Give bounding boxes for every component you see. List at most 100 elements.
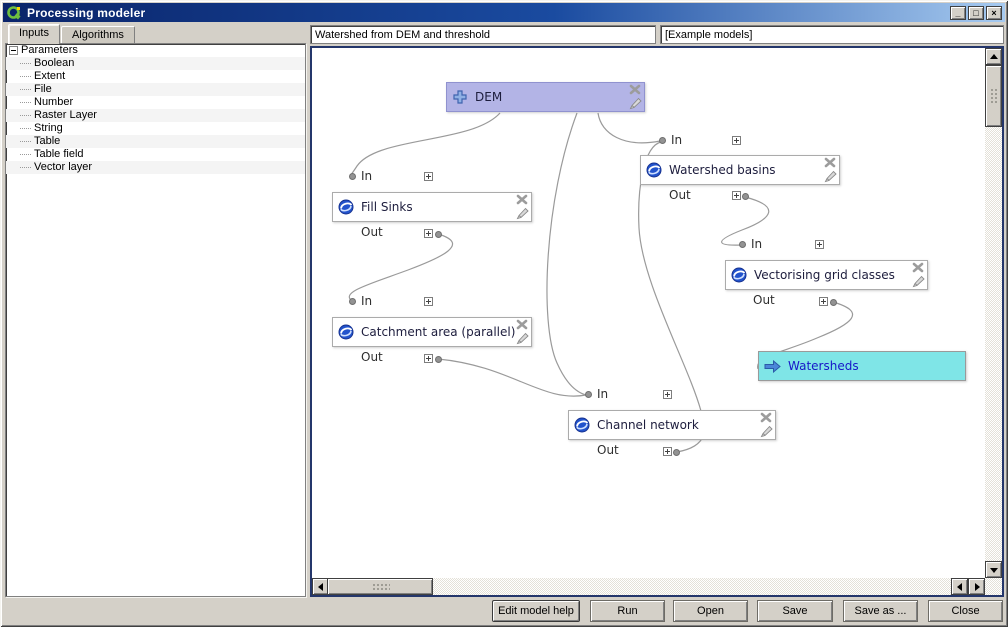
scroll-left-button-right-end[interactable] — [951, 578, 968, 595]
save-as-button[interactable]: Save as ... — [843, 600, 918, 622]
tree-item-string[interactable]: String — [6, 122, 305, 135]
expand-outputs-button[interactable] — [424, 354, 433, 363]
expand-outputs-button[interactable] — [424, 229, 433, 238]
connection-catchment-area-channel-network — [438, 359, 586, 396]
delete-icon[interactable] — [516, 194, 528, 205]
port-out-label: Out — [361, 350, 383, 364]
node-channel-network[interactable]: Channel network — [568, 410, 776, 440]
title-bar[interactable]: Processing modeler _ □ × — [3, 3, 1005, 22]
node-watershed-basins[interactable]: Watershed basins — [640, 155, 840, 185]
minimize-button[interactable]: _ — [950, 6, 966, 20]
port-out-label: Out — [669, 188, 691, 202]
delete-icon[interactable] — [760, 412, 772, 423]
saga-algorithm-icon — [574, 417, 590, 433]
edit-model-help-button[interactable]: Edit model help — [492, 600, 580, 622]
tree-item-table[interactable]: Table — [6, 135, 305, 148]
expand-inputs-button[interactable] — [424, 297, 433, 306]
delete-icon[interactable] — [912, 262, 924, 273]
close-dialog-button[interactable]: Close — [928, 600, 1003, 622]
edit-icon[interactable] — [760, 425, 773, 438]
node-title: DEM — [475, 90, 502, 104]
processing-modeler-window: { "window": { "title": "Processing model… — [0, 0, 1008, 627]
maximize-button[interactable]: □ — [968, 6, 984, 20]
node-watersheds-output[interactable]: Watersheds — [758, 351, 966, 381]
inputs-tree: Parameters Boolean Extent File Number Ra… — [5, 43, 306, 597]
tree-item-table-field[interactable]: Table field — [6, 148, 305, 161]
connection-dem-channel-network — [547, 113, 586, 395]
save-button[interactable]: Save — [757, 600, 833, 622]
expand-inputs-button[interactable] — [424, 172, 433, 181]
vertical-scroll-thumb[interactable] — [985, 65, 1002, 127]
open-button[interactable]: Open — [673, 600, 748, 622]
expand-outputs-button[interactable] — [663, 447, 672, 456]
tree-item-vector-layer[interactable]: Vector layer — [6, 161, 305, 174]
expand-inputs-button[interactable] — [732, 136, 741, 145]
port-out-anchor — [435, 356, 442, 363]
port-out-anchor — [830, 299, 837, 306]
node-title: Channel network — [597, 418, 699, 432]
connection-fill-sinks-catchment-area — [349, 234, 452, 301]
edit-icon[interactable] — [912, 275, 925, 288]
port-out-label: Out — [361, 225, 383, 239]
expand-inputs-button[interactable] — [815, 240, 824, 249]
node-title: Vectorising grid classes — [754, 268, 895, 282]
scroll-right-button[interactable] — [968, 578, 985, 595]
vertical-scrollbar[interactable] — [985, 48, 1002, 578]
scroll-up-button[interactable] — [985, 48, 1002, 65]
run-button[interactable]: Run — [590, 600, 665, 622]
node-catchment-area[interactable]: Catchment area (parallel) — [332, 317, 532, 347]
port-in-anchor — [349, 173, 356, 180]
tab-inputs[interactable]: Inputs — [8, 24, 60, 44]
node-title: Watersheds — [788, 359, 859, 373]
delete-icon[interactable] — [516, 319, 528, 330]
port-out-anchor — [742, 193, 749, 200]
saga-algorithm-icon — [731, 267, 747, 283]
tree-item-file[interactable]: File — [6, 83, 305, 96]
tree-item-extent[interactable]: Extent — [6, 70, 305, 83]
qgis-logo-icon — [6, 5, 22, 21]
delete-icon[interactable] — [824, 157, 836, 168]
node-title: Watershed basins — [669, 163, 776, 177]
left-panel-tabs: Inputs Algorithms — [8, 25, 136, 44]
delete-icon[interactable] — [629, 84, 641, 95]
collapse-icon[interactable] — [9, 46, 18, 55]
expand-outputs-button[interactable] — [819, 297, 828, 306]
saga-algorithm-icon — [338, 199, 354, 215]
port-in-anchor — [585, 391, 592, 398]
expand-outputs-button[interactable] — [732, 191, 741, 200]
horizontal-scrollbar[interactable] — [312, 578, 1002, 595]
tree-item-boolean[interactable]: Boolean — [6, 57, 305, 70]
node-vectorising-grid-classes[interactable]: Vectorising grid classes — [725, 260, 928, 290]
node-fill-sinks[interactable]: Fill Sinks — [332, 192, 532, 222]
horizontal-scroll-thumb[interactable] — [327, 578, 433, 595]
port-in-label: In — [751, 237, 762, 251]
node-title: Fill Sinks — [361, 200, 413, 214]
tree-item-number[interactable]: Number — [6, 96, 305, 109]
port-in-label: In — [361, 169, 372, 183]
port-in-anchor — [739, 241, 746, 248]
port-in-anchor — [349, 298, 356, 305]
tab-algorithms[interactable]: Algorithms — [61, 26, 135, 43]
edit-icon[interactable] — [629, 97, 642, 110]
port-in-anchor — [659, 137, 666, 144]
model-name-input[interactable] — [310, 25, 656, 44]
close-button[interactable]: × — [986, 6, 1002, 20]
node-dem[interactable]: DEM — [446, 82, 645, 112]
edit-icon[interactable] — [516, 207, 529, 220]
tree-item-raster-layer[interactable]: Raster Layer — [6, 109, 305, 122]
expand-inputs-button[interactable] — [663, 390, 672, 399]
port-in-label: In — [361, 294, 372, 308]
model-group-input[interactable] — [660, 25, 1004, 44]
port-out-label: Out — [753, 293, 775, 307]
plus-input-icon — [452, 89, 468, 105]
edit-icon[interactable] — [516, 332, 529, 345]
port-in-label: In — [671, 133, 682, 147]
model-canvas[interactable]: DEM In Fill Sinks Out In Watershed bas — [310, 46, 1004, 597]
edit-icon[interactable] — [824, 170, 837, 183]
scroll-down-button[interactable] — [985, 561, 1002, 578]
connection-dem-watershed-basins — [598, 113, 660, 143]
saga-algorithm-icon — [646, 162, 662, 178]
port-out-anchor — [673, 449, 680, 456]
tree-item-parameters[interactable]: Parameters — [6, 44, 305, 57]
port-in-label: In — [597, 387, 608, 401]
